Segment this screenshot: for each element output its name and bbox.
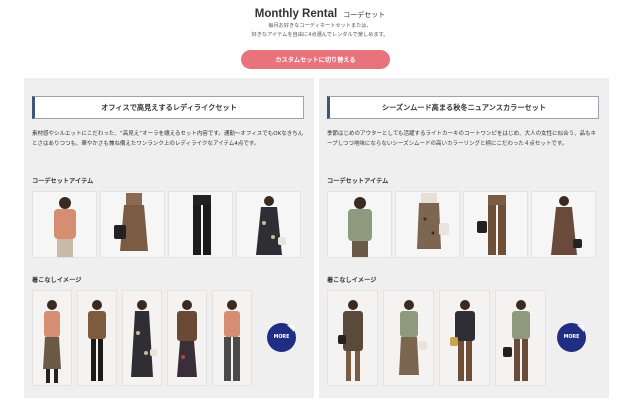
corner-arrow-icon xyxy=(577,325,584,332)
page-title: Monthly Rental xyxy=(254,8,338,20)
more-label: MORE xyxy=(563,335,580,340)
look-image[interactable] xyxy=(32,290,72,386)
look-image[interactable] xyxy=(439,290,490,386)
coordinate-set-card-autumn: シーズンムード高まる秋冬ニュアンスカラーセット 季節はじめのアウターとしても活躍… xyxy=(319,78,609,398)
item-image-brown-pants[interactable] xyxy=(463,191,528,258)
set-description: 季節はじめのアウターとしても活躍するライトカーキのコートワンピをはじめ、大人の女… xyxy=(327,131,597,147)
look-image[interactable] xyxy=(77,290,117,386)
item-image-black-pants[interactable] xyxy=(168,191,233,258)
more-looks-button[interactable]: MORE xyxy=(267,323,296,352)
looks-section-label: 着こなしイメージ xyxy=(32,277,82,284)
look-image[interactable] xyxy=(495,290,546,386)
set-description: 素材感やシルエットにこだわった、“高見え”オーラを纏えるセット内容です。通勤〜オ… xyxy=(32,131,304,147)
items-section-label: コーデセットアイテム xyxy=(32,178,94,185)
set-items-row xyxy=(327,191,596,258)
lead-line-1: 毎月お好きなコーディネートセットまたは、 xyxy=(268,23,372,29)
coordinate-set-card-office: オフィスで高見えするレディライクセット 素材感やシルエットにこだわった、“高見え… xyxy=(24,78,314,398)
more-label: MORE xyxy=(273,335,290,340)
look-image[interactable] xyxy=(122,290,162,386)
styling-looks-row xyxy=(327,290,546,386)
look-image[interactable] xyxy=(327,290,378,386)
set-title: オフィスで高見えするレディライクセット xyxy=(32,96,304,119)
set-items-row xyxy=(32,191,301,258)
set-title: シーズンムード高まる秋冬ニュアンスカラーセット xyxy=(327,96,599,119)
items-section-label: コーデセットアイテム xyxy=(327,178,389,185)
corner-arrow-icon xyxy=(287,325,294,332)
look-image[interactable] xyxy=(383,290,434,386)
lead-text: 毎月お好きなコーディネートセットまたは、 好きなアイテムを自由に4点選んでレンタ… xyxy=(0,22,640,40)
look-image[interactable] xyxy=(167,290,207,386)
page-header: Monthly Rental コーデセット 毎月お好きなコーディネートセットまた… xyxy=(0,8,640,40)
look-image[interactable] xyxy=(212,290,252,386)
switch-to-custom-set-button[interactable]: カスタムセットに切り替える xyxy=(241,50,390,69)
item-image-patterned-skirt[interactable] xyxy=(395,191,460,258)
item-image-brown-dress[interactable] xyxy=(531,191,596,258)
more-looks-button[interactable]: MORE xyxy=(557,323,586,352)
lead-line-2: 好きなアイテムを自由に4点選んでレンタルで楽しめます。 xyxy=(251,32,389,38)
item-image-pink-blouse[interactable] xyxy=(32,191,97,258)
item-image-khaki-coat-dress[interactable] xyxy=(327,191,392,258)
looks-section-label: 着こなしイメージ xyxy=(327,277,377,284)
styling-looks-row xyxy=(32,290,252,386)
item-image-floral-dress[interactable] xyxy=(236,191,301,258)
item-image-brown-skirt[interactable] xyxy=(100,191,165,258)
page-subtitle: コーデセット xyxy=(343,11,386,19)
